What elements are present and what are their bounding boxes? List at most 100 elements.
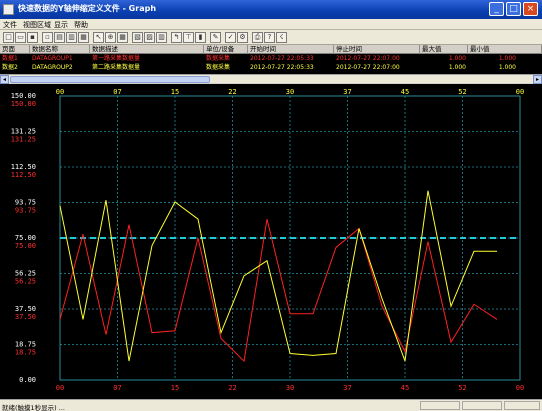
table-row[interactable]: 数据1 DATAGROUP1 第一路采集数据量 数据采集 2012-07-27 …: [0, 54, 542, 63]
x-tick-label: 22: [228, 384, 236, 392]
chart-area[interactable]: 00 00 07 07 15 15 22 22 30 30 37 37 45 45 52 52 00 00 150.…: [0, 84, 542, 399]
table-cell: 2012-07-27 22:05:33: [250, 64, 314, 71]
y-tick-label: 93.75: [15, 199, 36, 207]
y-tick-label: 0.00: [19, 376, 36, 384]
column-header[interactable]: 开始时间: [248, 45, 334, 54]
column-header[interactable]: 单位/设备: [204, 45, 248, 54]
series-table: 页面 数据名称 数据描述 单位/设备 开始时间 停止时间 最大值 最小值 数据1…: [0, 45, 542, 74]
y-tick-label: 93.75: [15, 207, 36, 215]
menu-file[interactable]: 文件: [3, 20, 17, 30]
table-cell: 1.000: [448, 55, 466, 62]
app-icon: [3, 4, 14, 15]
table-cell: 数据1: [2, 55, 18, 62]
scroll-right-icon[interactable]: ▸: [533, 75, 542, 84]
menu-bar: 文件 视图区域 显示 帮助: [0, 19, 542, 30]
pen-icon[interactable]: ✎: [210, 32, 221, 43]
status-panel: [462, 401, 502, 410]
column-header[interactable]: 页面: [0, 45, 30, 54]
settings-icon[interactable]: ⚙: [237, 32, 248, 43]
x-tick-label: 15: [171, 384, 179, 392]
table-cell: 2012-07-27 22:05:33: [250, 55, 314, 62]
y-tick-label: 131.25: [11, 136, 36, 144]
context-help-icon[interactable]: ☇: [276, 32, 287, 43]
y-tick-label: 37.50: [15, 313, 36, 321]
x-tick-label: 45: [401, 384, 409, 392]
status-panel: [504, 401, 540, 410]
y-tick-label: 75.00: [15, 242, 36, 250]
print-preview-icon[interactable]: ▥: [66, 32, 77, 43]
column-header[interactable]: 最小值: [468, 45, 542, 54]
table-row[interactable]: 数据2 DATAGROUP2 第二路采集数据量 数据采集 2012-07-27 …: [0, 63, 542, 72]
arrow-left-icon[interactable]: ↰: [171, 32, 182, 43]
zoom-icon[interactable]: ⊕: [105, 32, 116, 43]
x-tick-label: 07: [113, 88, 121, 96]
open-folder-icon[interactable]: ▭: [15, 32, 26, 43]
maximize-button[interactable]: □: [506, 2, 521, 16]
status-text: 就绪(触摸1秒显示) ...: [2, 404, 65, 411]
bars-icon[interactable]: ▮: [195, 32, 206, 43]
y-tick-label: 131.25: [11, 128, 36, 136]
paste-icon[interactable]: ▤: [54, 32, 65, 43]
x-tick-label: 22: [228, 88, 236, 96]
y-tick-label: 112.50: [11, 163, 36, 171]
table-cell: DATAGROUP1: [32, 55, 73, 62]
table-cell: 第一路采集数据量: [92, 55, 141, 62]
x-tick-label: 30: [286, 88, 294, 96]
x-tick-label: 00: [56, 384, 64, 392]
table-cell: 2012-07-27 22:07:00: [336, 64, 400, 71]
y-tick-label: 75.00: [15, 234, 36, 242]
y-tick-label: 150.00: [11, 100, 36, 108]
table-cell: 1.000: [498, 64, 516, 71]
printer-icon[interactable]: ⎙: [252, 32, 263, 43]
help-icon[interactable]: ?: [264, 32, 275, 43]
new-file-icon[interactable]: □: [3, 32, 14, 43]
title-bar: 快速数据的Y轴伸缩定义文件 - Graph _ □ ×: [0, 0, 542, 19]
table-icon[interactable]: ▦: [117, 32, 128, 43]
y-tick-label: 37.50: [15, 305, 36, 313]
chart-icon[interactable]: ▧: [132, 32, 143, 43]
x-tick-label: 52: [458, 384, 466, 392]
export-icon[interactable]: ▦: [78, 32, 89, 43]
x-tick-label: 00: [516, 384, 524, 392]
table-cell: 数据2: [2, 64, 18, 71]
table-cell: 第二路采集数据量: [92, 64, 141, 71]
x-tick-label: 30: [286, 384, 294, 392]
menu-view-area[interactable]: 视图区域: [23, 20, 51, 30]
close-button[interactable]: ×: [523, 2, 538, 16]
check-icon[interactable]: ✓: [225, 32, 236, 43]
menu-display[interactable]: 显示: [54, 20, 68, 30]
y-tick-label: 112.50: [11, 171, 36, 179]
status-bar: 就绪(触摸1秒显示) ...: [0, 399, 542, 411]
scrollbar-thumb[interactable]: [10, 76, 210, 83]
markers-icon[interactable]: ⊤: [183, 32, 194, 43]
columns-icon[interactable]: ▥: [156, 32, 167, 43]
x-tick-label: 07: [113, 384, 121, 392]
cursor-icon[interactable]: ↖: [93, 32, 104, 43]
column-header[interactable]: 数据名称: [30, 45, 90, 54]
grid-icon[interactable]: ▨: [144, 32, 155, 43]
menu-help[interactable]: 帮助: [74, 20, 88, 30]
column-header[interactable]: 最大值: [420, 45, 468, 54]
status-panel: [420, 401, 460, 410]
copy-icon[interactable]: ▫: [42, 32, 53, 43]
table-cell: 1.000: [498, 55, 516, 62]
y-tick-label: 18.75: [15, 349, 36, 357]
scroll-left-icon[interactable]: ◂: [0, 75, 9, 84]
y-tick-label: 150.00: [11, 92, 36, 100]
y-tick-label: 56.25: [15, 270, 36, 278]
column-header[interactable]: 数据描述: [90, 45, 204, 54]
table-cell: 1.000: [448, 64, 466, 71]
minimize-button[interactable]: _: [489, 2, 504, 16]
column-header[interactable]: 停止时间: [334, 45, 420, 54]
save-icon[interactable]: ▪: [27, 32, 38, 43]
table-cell: 2012-07-27 22:07:00: [336, 55, 400, 62]
table-header: 页面 数据名称 数据描述 单位/设备 开始时间 停止时间 最大值 最小值: [0, 45, 542, 54]
x-tick-label: 15: [171, 88, 179, 96]
table-cell: DATAGROUP2: [32, 64, 73, 71]
x-tick-label: 52: [458, 88, 466, 96]
series-line: [59, 190, 497, 362]
x-tick-label: 00: [56, 88, 64, 96]
horizontal-scrollbar[interactable]: ◂ ▸: [0, 74, 542, 84]
y-tick-label: 56.25: [15, 278, 36, 286]
window-title: 快速数据的Y轴伸缩定义文件 - Graph: [18, 4, 157, 13]
